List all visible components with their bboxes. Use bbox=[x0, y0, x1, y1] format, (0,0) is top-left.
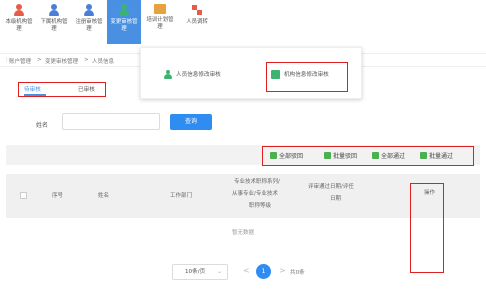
table-header: 序号 姓名 工作部门 专业技术职称系列/ 从事专业/专业技术 职称等级 评审通过… bbox=[6, 174, 480, 218]
nav-item-change-review[interactable]: 变更审核管 理 bbox=[107, 0, 141, 44]
total-count: 共0条 bbox=[290, 270, 305, 276]
next-page-button[interactable]: > bbox=[279, 266, 286, 275]
highlight-box-org-review bbox=[266, 62, 348, 92]
nav-label: 理 bbox=[51, 26, 57, 32]
col-index: 序号 bbox=[52, 193, 64, 199]
nav-item-registration-review[interactable]: 注册审核管 理 bbox=[72, 4, 106, 33]
page-size-select[interactable]: 10条/页 ⌄ bbox=[172, 264, 228, 280]
pagination: 10条/页 ⌄ < 1 > 共0条 bbox=[0, 264, 486, 280]
group-icon bbox=[118, 4, 130, 16]
users-icon bbox=[48, 4, 60, 16]
nav-label: 人员调转 bbox=[186, 19, 208, 25]
col-title-line: 职称等级 bbox=[249, 203, 272, 209]
page-size-value: 10条/页 bbox=[185, 269, 206, 275]
select-all-checkbox[interactable] bbox=[20, 192, 27, 199]
breadcrumb-item[interactable]: 变更审核管理 bbox=[45, 57, 78, 65]
name-label: 姓名 bbox=[36, 122, 49, 129]
transfer-icon bbox=[191, 4, 203, 16]
nav-item-sub-org-management[interactable]: 下属机构管 理 bbox=[37, 4, 71, 33]
org-user-icon bbox=[13, 4, 25, 16]
col-name: 姓名 bbox=[98, 193, 110, 199]
nav-label: 变更审核管 bbox=[110, 19, 138, 25]
empty-state-text: 暂无数据 bbox=[231, 230, 254, 236]
nav-item-org-management[interactable]: 本级机构管 理 bbox=[2, 4, 36, 33]
user-icon bbox=[83, 4, 95, 16]
submenu-item-personnel-review[interactable]: 人员信息修改审核 bbox=[163, 70, 221, 79]
nav-label: 理 bbox=[157, 24, 163, 30]
col-title-line: 专业技术职称系列/ bbox=[234, 179, 280, 185]
breadcrumb-separator: > bbox=[37, 57, 42, 63]
nav-label: 下属机构管 bbox=[40, 19, 68, 25]
name-search-input[interactable] bbox=[62, 113, 160, 130]
col-title-line: 从事专业/专业技术 bbox=[232, 191, 278, 197]
highlight-box-tabs bbox=[18, 82, 106, 97]
breadcrumb-item[interactable]: 账户管理 bbox=[9, 57, 31, 65]
nav-label: 注册审核管 bbox=[75, 19, 103, 25]
board-icon bbox=[154, 4, 166, 14]
chevron-down-icon: ⌄ bbox=[216, 268, 222, 275]
nav-item-training-plan[interactable]: 培训计划管 理 bbox=[143, 4, 177, 31]
nav-label: 培训计划管 bbox=[146, 17, 174, 23]
highlight-box-actions bbox=[262, 146, 474, 166]
top-nav: 本级机构管 理 下属机构管 理 注册审核管 理 变更审核管 理 培训计划管 理 … bbox=[0, 0, 486, 44]
breadcrumb-item[interactable]: 人员信息 bbox=[92, 57, 114, 65]
col-time-line: 评审通过日期/评任 bbox=[308, 184, 354, 190]
nav-label: 理 bbox=[86, 26, 92, 32]
user-icon bbox=[163, 70, 172, 79]
search-button[interactable]: 查询 bbox=[170, 114, 212, 130]
col-dept: 工作部门 bbox=[170, 193, 193, 199]
nav-label: 理 bbox=[16, 26, 22, 32]
submenu-label: 人员信息修改审核 bbox=[176, 72, 221, 78]
prev-page-button[interactable]: < bbox=[243, 266, 250, 275]
col-time-line: 日期 bbox=[330, 196, 342, 202]
breadcrumb-separator: > bbox=[84, 57, 89, 63]
page-1-button[interactable]: 1 bbox=[256, 264, 271, 279]
nav-item-personnel-transfer[interactable]: 人员调转 bbox=[180, 4, 214, 26]
nav-label: 理 bbox=[121, 26, 127, 32]
nav-label: 本级机构管 bbox=[5, 19, 33, 25]
